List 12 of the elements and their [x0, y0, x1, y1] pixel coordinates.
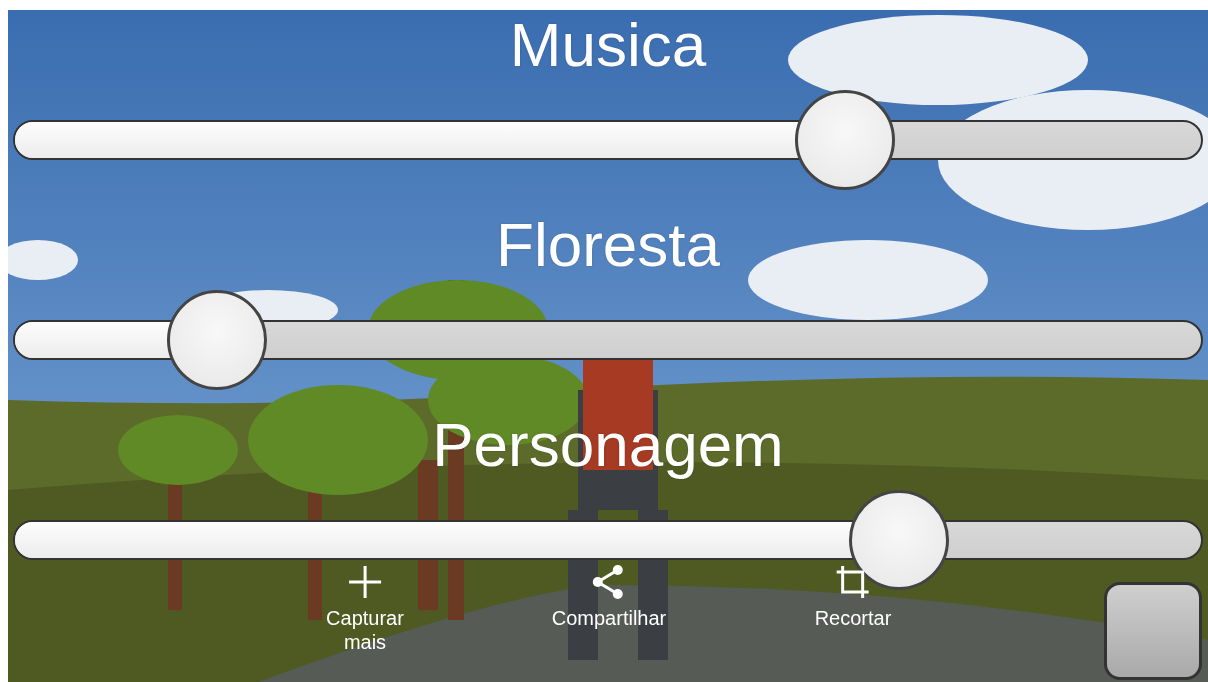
crop-icon: [835, 564, 871, 600]
slider[interactable]: [13, 290, 1203, 390]
toolbar-button[interactable]: Compartilhar: [547, 562, 671, 632]
slider-label: Floresta: [496, 210, 720, 280]
square-button[interactable]: [1104, 582, 1202, 680]
toolbar-button[interactable]: Recortar: [810, 562, 896, 632]
plus-icon: [347, 564, 383, 600]
slider-label: Personagem: [432, 410, 784, 480]
slider[interactable]: [13, 90, 1203, 190]
toolbar-button[interactable]: Capturar mais: [322, 562, 408, 656]
slider[interactable]: [13, 490, 1203, 590]
slider-label: Musica: [509, 10, 707, 80]
